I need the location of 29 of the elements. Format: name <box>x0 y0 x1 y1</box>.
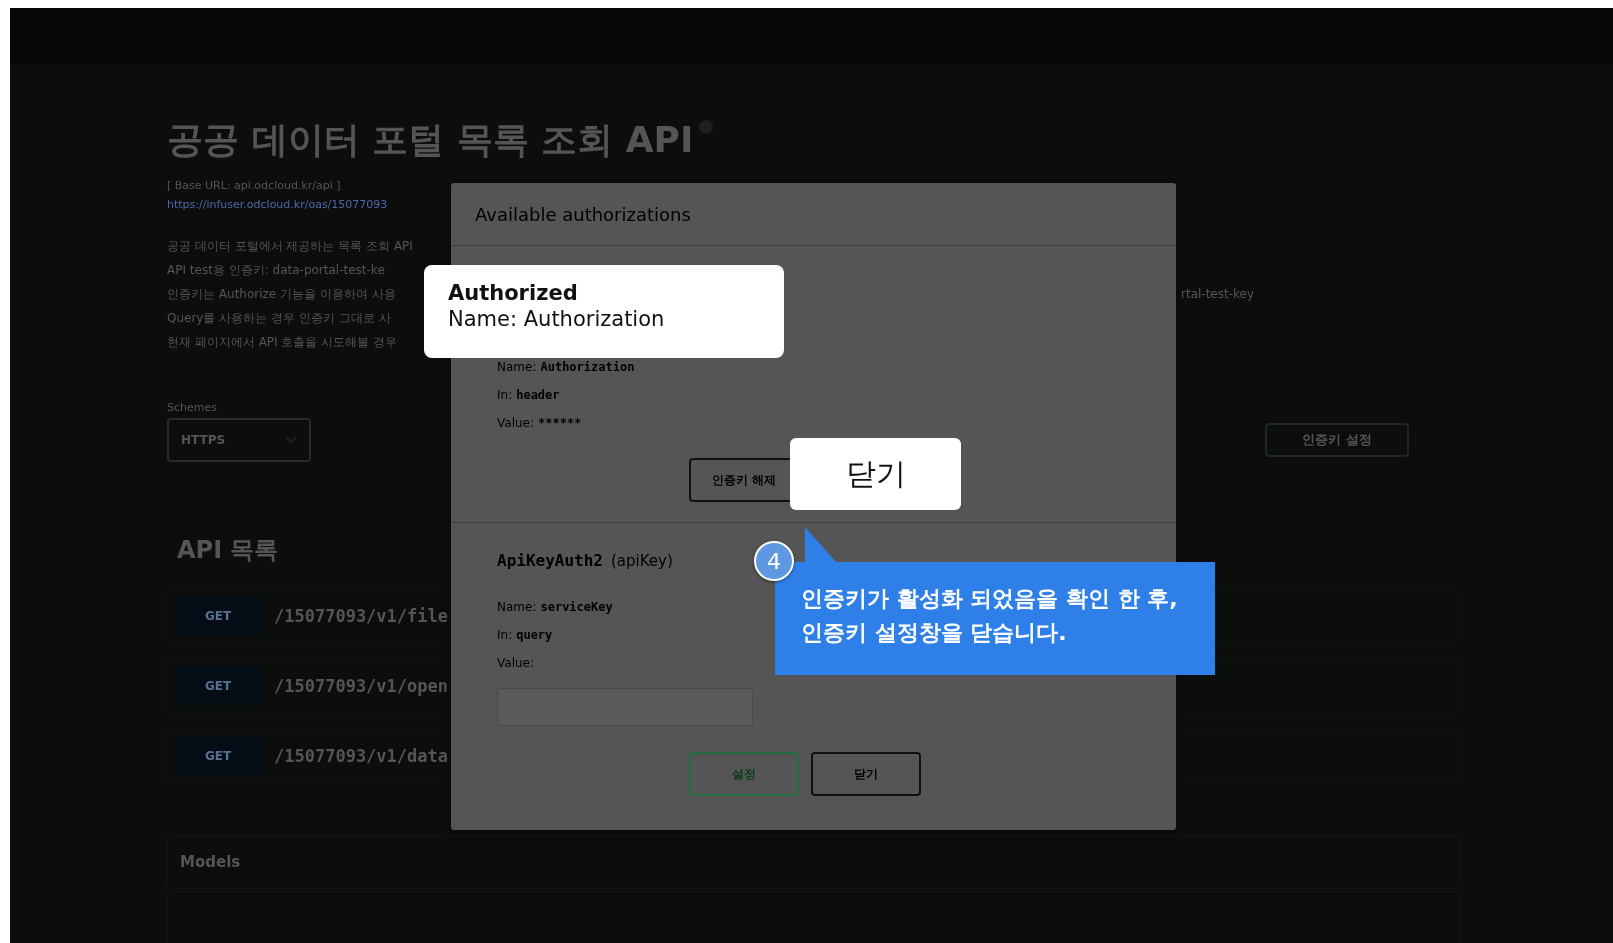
close-tooltip: 닫기 <box>790 438 961 510</box>
base-url: [ Base URL: api.odcloud.kr/api ] <box>167 179 341 192</box>
section-heading: API 목록 <box>177 535 279 566</box>
endpoint-path: /15077093/v1/data <box>274 745 448 766</box>
auth-name: ApiKeyAuth2 <box>497 551 603 570</box>
auth-field: Value: <box>497 654 534 672</box>
page-title: 공공 데이터 포털 목록 조회 API <box>167 118 694 162</box>
method-badge: GET <box>174 736 262 775</box>
auth-field: Value: ****** <box>497 414 582 432</box>
callout-title: Authorized <box>448 281 579 305</box>
description-text: 현재 페이지에서 API 호출을 시도해볼 경우 <box>167 333 399 351</box>
callout-text: 인증키가 활성화 되었음을 확인 한 후, <box>801 585 1179 613</box>
callout-text: Name: Authorization <box>448 307 666 331</box>
auth-field: Name: serviceKey <box>497 598 613 616</box>
description-text: rtal-test-key <box>1181 287 1255 301</box>
description-text: 공공 데이터 포털에서 제공하는 목록 조회 API <box>167 237 414 255</box>
dialog-title: Available authorizations <box>475 203 691 225</box>
schemes-label: Schemes <box>167 401 218 414</box>
auth-field: In: header <box>497 386 560 404</box>
endpoint-path: /15077093/v1/open <box>274 675 448 696</box>
auth-field: Name: Authorization <box>497 358 635 376</box>
auth-field: In: query <box>497 626 553 644</box>
description-text: API test용 인증키: data-portal-test-ke <box>167 261 386 279</box>
method-badge: GET <box>174 666 262 705</box>
auth-type: (apiKey) <box>610 552 673 570</box>
method-badge: GET <box>174 596 262 635</box>
models-heading: Models <box>180 853 241 871</box>
endpoint-path: /15077093/v1/file <box>274 605 448 626</box>
callout-text: 인증키 설정창을 닫습니다. <box>801 619 1068 647</box>
